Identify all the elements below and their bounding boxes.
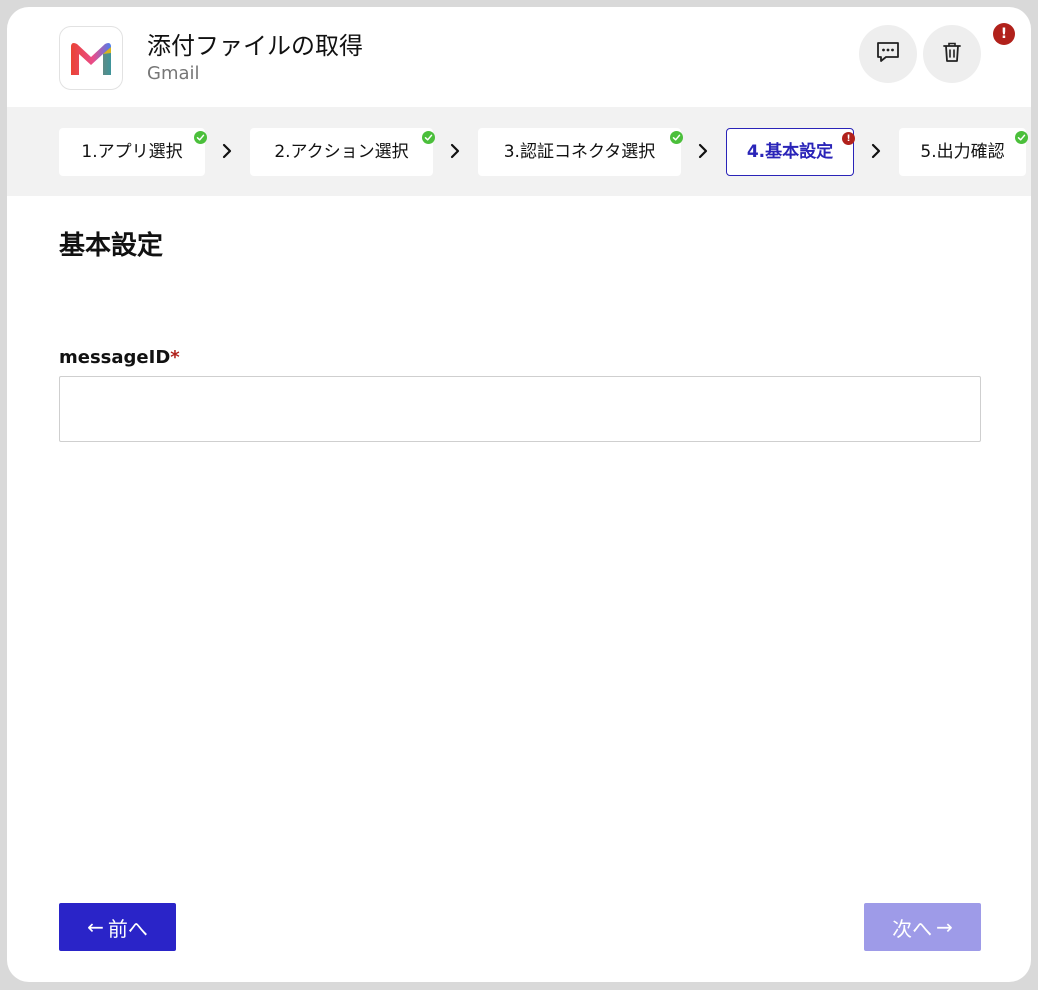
- header: 添付ファイルの取得 Gmail !: [7, 7, 1031, 107]
- prev-button[interactable]: ← 前へ: [59, 903, 176, 951]
- chevron-right-icon: [220, 141, 234, 161]
- step-label: 1.アプリ選択: [81, 142, 183, 162]
- step-label: 4.基本設定: [746, 142, 834, 162]
- chevron-right-icon: [696, 141, 710, 161]
- gmail-logo-icon: [59, 26, 123, 90]
- check-icon: [1015, 131, 1028, 144]
- delete-button[interactable]: [923, 25, 981, 83]
- step-app-select[interactable]: 1.アプリ選択: [59, 128, 207, 176]
- step-output-check[interactable]: 5.出力確認: [899, 128, 1028, 176]
- prev-button-label: 前へ: [107, 916, 148, 941]
- arrow-left-icon: ←: [87, 915, 104, 939]
- step-connector-select[interactable]: 3.認証コネクタ選択: [478, 128, 683, 176]
- check-icon: [422, 131, 435, 144]
- step-basic-settings[interactable]: 4.基本設定 !: [726, 128, 855, 176]
- step-label: 3.認証コネクタ選択: [503, 142, 656, 162]
- next-button[interactable]: 次へ →: [864, 903, 981, 951]
- step-navigation: 1.アプリ選択 2.アクション選択 3.認証コネクタ選択 4.基本設定 ! 5.…: [7, 107, 1031, 196]
- check-icon: [194, 131, 207, 144]
- trash-icon: [942, 41, 962, 67]
- app-settings-card: 添付ファイルの取得 Gmail ! 1.アプリ選択 2.アクション選択 3.認証…: [7, 7, 1031, 982]
- arrow-right-icon: →: [936, 915, 953, 939]
- step-label: 5.出力確認: [920, 142, 1005, 162]
- next-button-label: 次へ: [892, 916, 933, 941]
- required-mark: *: [170, 347, 180, 368]
- step-action-select[interactable]: 2.アクション選択: [250, 128, 435, 176]
- section-title: 基本設定: [59, 231, 164, 261]
- message-id-input[interactable]: [59, 376, 981, 442]
- comment-icon: [876, 41, 900, 67]
- alert-badge: !: [993, 23, 1015, 45]
- message-id-label: messageID*: [59, 346, 180, 370]
- exclamation-icon: !: [842, 132, 855, 145]
- app-name: Gmail: [147, 63, 200, 84]
- step-label: 2.アクション選択: [274, 142, 409, 162]
- page-title: 添付ファイルの取得: [147, 32, 363, 60]
- comment-button[interactable]: [859, 25, 917, 83]
- chevron-right-icon: [869, 141, 883, 161]
- check-icon: [670, 131, 683, 144]
- chevron-right-icon: [448, 141, 462, 161]
- message-id-label-text: messageID: [59, 347, 171, 368]
